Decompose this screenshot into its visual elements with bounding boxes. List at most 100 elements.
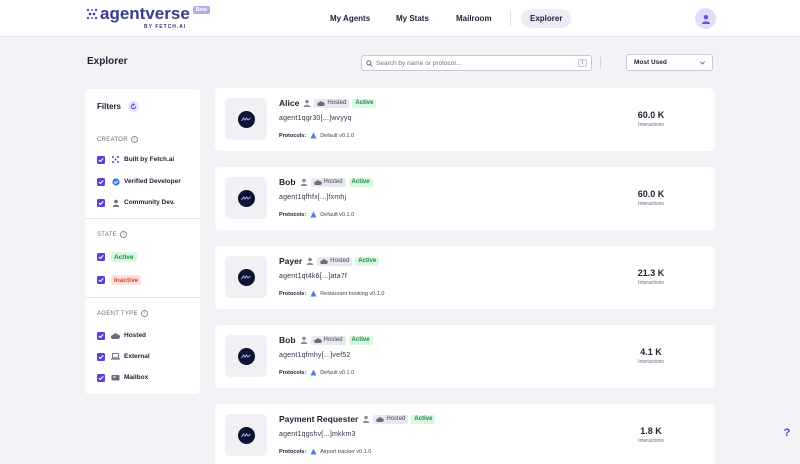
protocols-label: Protocols: xyxy=(279,290,307,297)
search-box[interactable]: / xyxy=(361,55,592,71)
hosted-label: Hosted xyxy=(323,179,343,185)
agent-name: Alice xyxy=(279,98,300,108)
creator-section-header: CREATOR i xyxy=(97,136,138,143)
hosted-label: Hosted xyxy=(323,337,343,343)
protocol-name: Default v0.1.0 xyxy=(320,369,355,376)
beta-badge: Beta xyxy=(192,6,210,14)
filter-label: Mailbox xyxy=(124,374,149,381)
hosted-badge: Hosted xyxy=(310,335,346,345)
active-state-pill: Active xyxy=(111,252,137,262)
filter-external[interactable]: External xyxy=(97,352,150,361)
interactions-stat: 4.1 K Interactions xyxy=(621,347,681,365)
nav-mailroom[interactable]: Mailroom xyxy=(456,9,492,28)
agent-avatar xyxy=(225,256,267,298)
sort-dropdown[interactable]: Most Used xyxy=(626,54,713,71)
cloud-icon xyxy=(313,337,322,343)
protocols-label: Protocols: xyxy=(279,369,307,376)
search-shortcut-key: / xyxy=(578,59,587,67)
status-badge: Active xyxy=(355,256,380,266)
checkbox[interactable] xyxy=(97,253,105,261)
interactions-count: 60.0 K xyxy=(637,189,665,199)
filter-verified-developer[interactable]: Verified Developer xyxy=(97,177,181,186)
agent-address[interactable]: agent1qfmhy[...]vef52 xyxy=(279,352,351,359)
filter-label: Community Dev. xyxy=(124,199,175,206)
agent-card[interactable]: Payer Hosted Active agent1qt4k6[...]ata7… xyxy=(215,246,715,309)
user-avatar[interactable] xyxy=(695,8,716,29)
brand-byline: BY FETCH.AI xyxy=(144,24,187,30)
filter-active[interactable]: Active xyxy=(97,252,137,262)
checkbox[interactable] xyxy=(97,276,105,284)
filter-mailbox[interactable]: Mailbox xyxy=(97,373,148,382)
agent-logo-icon xyxy=(241,274,251,279)
person-icon xyxy=(300,178,307,186)
laptop-icon xyxy=(111,352,120,361)
verified-badge-icon xyxy=(111,177,120,186)
protocol-icon xyxy=(310,211,317,218)
interactions-label: Interactions xyxy=(638,201,664,207)
agent-name: Payment Requester xyxy=(279,414,359,424)
info-icon[interactable]: i xyxy=(130,136,138,143)
reset-filters-button[interactable] xyxy=(128,101,140,112)
info-icon[interactable]: i xyxy=(119,231,127,238)
nav-divider xyxy=(510,11,511,26)
checkbox[interactable] xyxy=(97,331,105,340)
status-badge: Active xyxy=(411,414,436,424)
protocols-row: Protocols: Airport tracker v0.1.0 xyxy=(279,448,371,455)
checkbox[interactable] xyxy=(97,373,105,382)
agent-address[interactable]: agent1qfhfx[...]fxmhj xyxy=(279,194,346,201)
interactions-stat: 21.3 K Interactions xyxy=(621,268,681,286)
agent-address[interactable]: agent1qgr30[...]wvyyq xyxy=(279,115,352,122)
protocols-label: Protocols: xyxy=(279,132,307,139)
brand-name: agentverse xyxy=(100,4,190,23)
search-icon xyxy=(366,59,373,67)
protocols-row: Protocols: Default v0.1.0 xyxy=(279,132,354,139)
agent-address[interactable]: agent1qgshv[...]mkkm3 xyxy=(279,431,356,438)
filter-label: External xyxy=(124,353,150,360)
info-icon[interactable]: i xyxy=(140,310,148,317)
mailbox-icon xyxy=(111,373,120,382)
cloud-icon xyxy=(313,179,322,185)
agent-card[interactable]: Bob Hosted Active agent1qfhfx[...]fxmhj … xyxy=(215,167,715,230)
checkbox[interactable] xyxy=(97,155,105,164)
nav-explorer[interactable]: Explorer xyxy=(521,9,572,28)
person-icon xyxy=(363,415,370,423)
help-button[interactable]: ? xyxy=(779,425,795,441)
agent-logo-icon xyxy=(241,195,251,200)
agent-logo-icon xyxy=(241,432,251,437)
search-input[interactable] xyxy=(376,59,578,67)
user-icon xyxy=(701,14,710,24)
fetch-logo-icon xyxy=(111,155,120,164)
filters-title: Filters xyxy=(97,102,122,111)
protocol-icon xyxy=(310,290,317,297)
agent-address[interactable]: agent1qt4k6[...]ata7f xyxy=(279,273,347,280)
section-divider xyxy=(85,297,200,298)
interactions-stat: 1.8 K Interactions xyxy=(621,426,681,444)
protocol-icon xyxy=(310,448,317,455)
agent-card[interactable]: Alice Hosted Active agent1qgr30[...]wvyy… xyxy=(215,88,715,151)
agent-card[interactable]: Bob Hosted Active agent1qfmhy[...]vef52 … xyxy=(215,325,715,388)
hosted-badge: Hosted xyxy=(317,256,353,266)
state-label: STATE xyxy=(97,231,117,238)
filter-built-by-fetch[interactable]: Built by Fetch.ai xyxy=(97,155,174,164)
page-title: Explorer xyxy=(87,56,128,67)
hosted-badge: Hosted xyxy=(373,414,409,424)
checkbox[interactable] xyxy=(97,177,105,186)
interactions-count: 4.1 K xyxy=(640,347,662,357)
protocol-icon xyxy=(310,369,317,376)
state-section-header: STATE i xyxy=(97,231,127,238)
filter-community-dev[interactable]: Community Dev. xyxy=(97,198,175,207)
filter-inactive[interactable]: Inactive xyxy=(97,275,142,285)
nav-my-stats[interactable]: My Stats xyxy=(396,9,429,28)
protocols-label: Protocols: xyxy=(279,448,307,455)
checkbox[interactable] xyxy=(97,352,105,361)
filter-label: Built by Fetch.ai xyxy=(124,156,175,163)
creator-label: CREATOR xyxy=(97,136,128,143)
checkbox[interactable] xyxy=(97,198,105,207)
agent-avatar xyxy=(225,414,267,456)
nav-my-agents[interactable]: My Agents xyxy=(330,9,370,28)
agent-card[interactable]: Payment Requester Hosted Active agent1qg… xyxy=(215,404,715,464)
filter-label: Verified Developer xyxy=(124,178,181,185)
interactions-label: Interactions xyxy=(638,280,664,286)
filter-hosted[interactable]: Hosted xyxy=(97,331,146,340)
agentverse-logo[interactable]: agentverse Beta BY FETCH.AI xyxy=(86,4,210,33)
